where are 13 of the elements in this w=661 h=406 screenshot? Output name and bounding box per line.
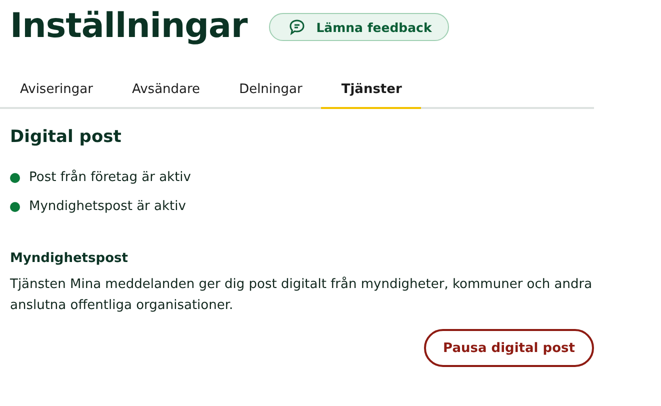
status-text: Myndighetspost är aktiv (29, 199, 186, 214)
status-text: Post från företag är aktiv (29, 170, 191, 185)
description-text: Tjänsten Mina meddelanden ger dig post digitalt från myndigheter, kommuner och andra anslutna offentliga organisationer. (10, 276, 594, 315)
feedback-button[interactable]: Lämna feedback (269, 13, 449, 41)
page-title: Inställningar (10, 6, 248, 46)
tab[interactable]: Aviseringar (0, 74, 112, 109)
tab[interactable]: Delningar (219, 74, 322, 109)
tab[interactable]: Avsändare (112, 74, 220, 109)
chat-bubble-icon (288, 18, 306, 36)
subheading: Myndighetspost (10, 251, 129, 266)
pause-button[interactable]: Pausa digital post (424, 329, 594, 367)
section-heading: Digital post (10, 127, 122, 147)
tab[interactable]: Tjänster (321, 74, 421, 109)
